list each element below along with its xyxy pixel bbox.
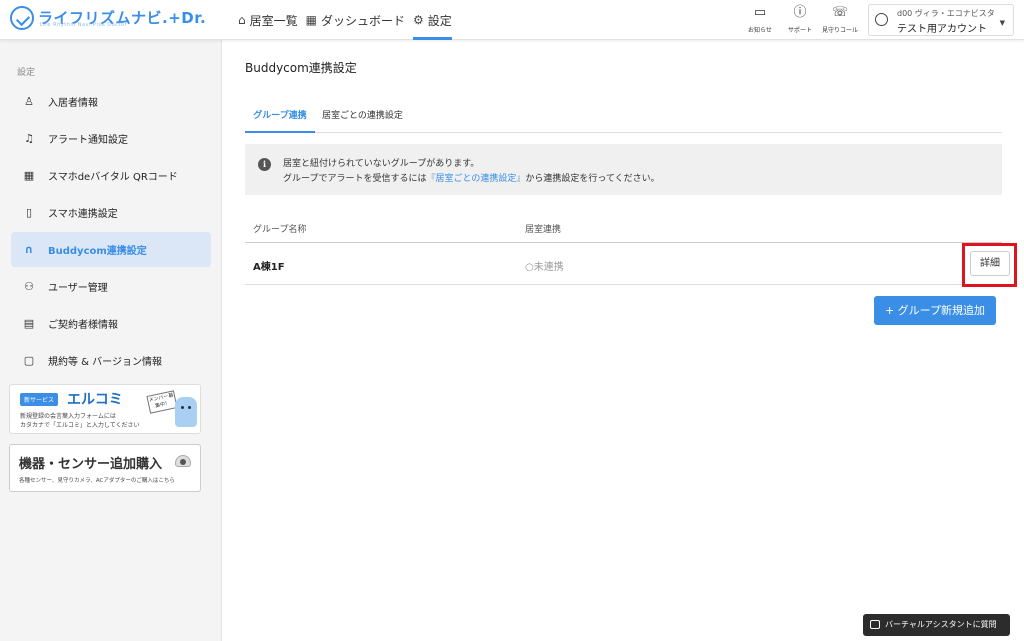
support-label: サポート: [787, 27, 812, 34]
page-title: Buddycom連携設定: [245, 61, 357, 75]
sidebar-item-terms-version[interactable]: ▢ 規約等 & バージョン情報: [11, 343, 211, 378]
help-icon: ⓘ: [793, 5, 807, 20]
caret-down-icon: ▼: [999, 19, 1005, 27]
column-header-group-name: グループ名称: [253, 225, 307, 235]
group-name-cell: A棟1F: [253, 262, 285, 273]
sidebar-item-resident-info[interactable]: ♙ 入居者情報: [11, 84, 211, 119]
assistant-label: バーチャルアシスタントに質問: [885, 620, 997, 629]
add-group-button[interactable]: + グループ新規追加: [874, 296, 996, 325]
info-text-pre: グループでアラートを受信するには: [283, 174, 427, 184]
room-link-settings-link[interactable]: 『居室ごとの連携設定』: [426, 174, 525, 184]
sidebar-item-label: 規約等 & バージョン情報: [48, 357, 162, 368]
info-notice: i 居室と紐付けられていないグループがあります。 グループでアラートを受信するに…: [245, 144, 1002, 195]
sidebar-item-label: アラート通知設定: [48, 135, 128, 146]
dashboard-icon: ▦: [305, 13, 317, 27]
sidebar-item-smartphone[interactable]: ▯ スマホ連携設定: [11, 195, 211, 230]
unlinked-circle-icon: ○: [525, 262, 534, 273]
qr-code-icon: ▦: [23, 169, 35, 182]
info-icon: i: [258, 158, 271, 171]
main-content: Buddycom連携設定 グループ連携 居室ごとの連携設定 i 居室と紐付けられ…: [223, 40, 1024, 641]
sidebar-item-user-management[interactable]: ⚇ ユーザー管理: [11, 269, 211, 304]
top-nav: ⌂ 居室一覧 ▦ ダッシュボード ⚙ 設定: [238, 0, 460, 40]
virtual-assistant-button[interactable]: バーチャルアシスタントに質問: [863, 614, 1010, 636]
sidebar-item-label: ご契約者様情報: [48, 320, 118, 331]
users-icon: ⚇: [24, 280, 34, 293]
sidebar-item-label: ユーザー管理: [48, 283, 108, 294]
detail-button[interactable]: 詳細: [970, 251, 1010, 276]
archive-icon: ▤: [23, 317, 35, 330]
info-line-2: グループでアラートを受信するには『居室ごとの連携設定』から連携設定を行ってくださ…: [283, 171, 660, 184]
gear-icon: ⚙: [413, 13, 424, 27]
sidebar-item-label: 入居者情報: [48, 98, 98, 109]
tab-room-link-settings[interactable]: 居室ごとの連携設定: [322, 108, 403, 133]
nav-dashboard[interactable]: ▦ ダッシュボード: [306, 0, 405, 40]
document-icon: ▢: [23, 354, 35, 367]
account-name: テスト用アカウント: [897, 24, 987, 35]
watch-call-label: 見守りコール: [821, 27, 858, 34]
nav-room-list[interactable]: ⌂ 居室一覧: [238, 0, 298, 40]
elcomi-desc-2: カタカナで「エルコミ」と入力してください: [20, 422, 140, 429]
notifications-label: お知らせ: [748, 27, 772, 34]
device-banner-desc: 各種センサー、見守りカメラ、ACアダプターのご購入はこちら: [19, 478, 175, 484]
sidebar-item-label: スマホ連携設定: [48, 209, 118, 220]
tab-group-link[interactable]: グループ連携: [245, 108, 315, 133]
headset-icon: ∩: [24, 243, 34, 256]
robot-icon: [870, 620, 880, 629]
sidebar-item-label: スマホdeバイタル QRコード: [48, 172, 178, 183]
account-menu[interactable]: d00 ヴィラ・エコナビスタ テスト用アカウント ▼: [868, 4, 1014, 36]
notifications-button[interactable]: ▭ お知らせ: [740, 4, 780, 34]
message-icon: ▭: [753, 5, 767, 20]
phone-icon: ☏: [831, 5, 849, 20]
user-icon: [875, 13, 888, 26]
support-button[interactable]: ⓘ サポート: [780, 4, 820, 34]
device-purchase-banner[interactable]: 機器・センサー追加購入 各種センサー、見守りカメラ、ACアダプターのご購入はこち…: [9, 444, 201, 492]
sidebar-item-label: Buddycom連携設定: [48, 246, 147, 257]
info-text-post: から連携設定を行ってください。: [525, 174, 660, 184]
logo-mark-icon: [10, 6, 34, 30]
nav-label: ダッシュボード: [320, 13, 405, 28]
nav-settings[interactable]: ⚙ 設定: [413, 0, 452, 40]
sidebar-item-buddycom[interactable]: ∩ Buddycom連携設定: [11, 232, 211, 267]
tab-bar: グループ連携 居室ごとの連携設定: [245, 108, 1002, 133]
sidebar-heading: 設定: [17, 68, 36, 78]
sidebar-item-contract-info[interactable]: ▤ ご契約者様情報: [11, 306, 211, 341]
nav-label: 設定: [427, 13, 452, 28]
mascot-character-icon: [175, 397, 197, 427]
sidebar-item-alert-settings[interactable]: ♫ アラート通知設定: [11, 121, 211, 156]
status-text: 未連携: [533, 262, 564, 273]
elcomi-title: エルコミ: [67, 392, 123, 408]
table-row: A棟1F ○未連携 詳細: [245, 243, 1017, 287]
elcomi-banner[interactable]: 新サービス エルコミ 新規登録の会言葉入力フォームには カタカナで「エルコミ」と…: [9, 384, 201, 434]
new-service-badge: 新サービス: [20, 393, 59, 406]
logo-subtitle: Life Rhythm Navi Plus Doctor: [40, 22, 128, 28]
info-line-1: 居室と紐付けられていないグループがあります。: [283, 159, 480, 169]
home-icon: ⌂: [238, 13, 246, 27]
bell-icon: ♫: [24, 132, 34, 145]
member-recruit-sign: メンバー募集中！: [146, 390, 178, 414]
header-icons: ▭ お知らせ ⓘ サポート ☏ 見守りコール: [740, 4, 860, 34]
resident-icon: ♙: [24, 95, 34, 108]
column-header-room-link: 居室連携: [525, 225, 562, 235]
top-header: ライフリズムナビ.+Dr. Life Rhythm Navi Plus Doct…: [0, 0, 1024, 40]
sidebar-item-qr-code[interactable]: ▦ スマホdeバイタル QRコード: [11, 158, 211, 193]
device-banner-title: 機器・センサー追加購入: [19, 457, 163, 472]
elcomi-desc-1: 新規登録の会言葉入力フォームには: [20, 413, 116, 420]
smartphone-icon: ▯: [25, 206, 33, 219]
room-link-status-cell: ○未連携: [525, 258, 564, 273]
camera-icon: [175, 455, 191, 467]
account-facility: d00 ヴィラ・エコナビスタ: [897, 9, 995, 18]
sidebar: 設定 ♙ 入居者情報 ♫ アラート通知設定 ▦ スマホdeバイタル QRコード …: [0, 40, 222, 641]
nav-label: 居室一覧: [249, 13, 298, 28]
watch-call-button[interactable]: ☏ 見守りコール: [820, 4, 860, 34]
